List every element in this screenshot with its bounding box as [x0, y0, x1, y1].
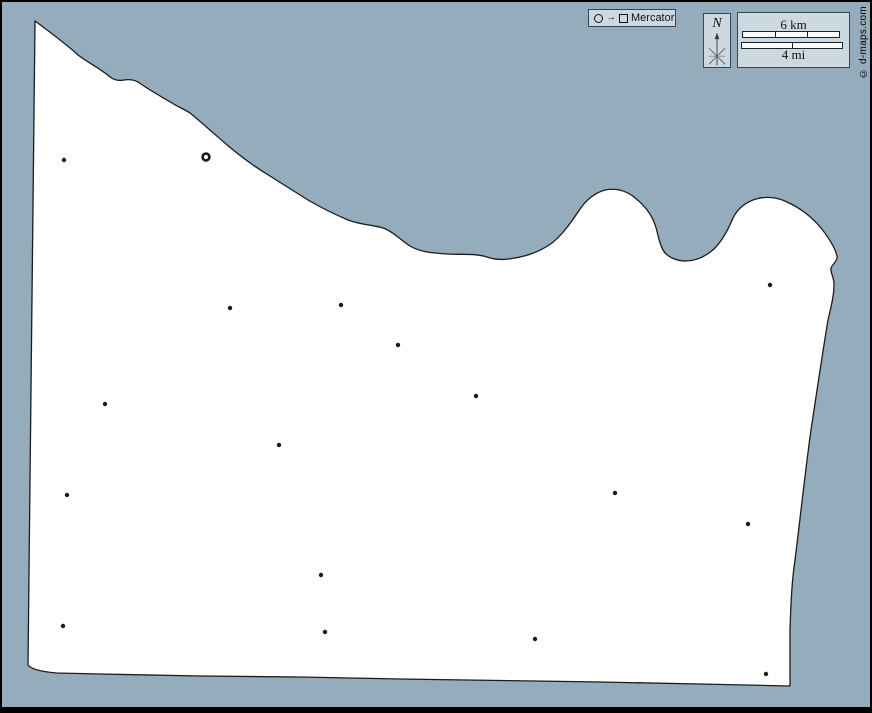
scale-km-label: 6 km — [738, 18, 849, 31]
frame-edge — [0, 0, 2, 713]
town-dot — [62, 158, 66, 162]
arrow-icon: → — [606, 13, 616, 23]
projection-legend: → Mercator — [588, 9, 676, 27]
north-indicator: N — [703, 13, 731, 68]
scale-km-bar — [742, 31, 840, 38]
map-canvas: → Mercator N 6 km 4 mi © d-maps.com — [0, 0, 872, 713]
frame-edge — [0, 0, 872, 2]
town-dot — [613, 491, 617, 495]
projection-label: Mercator — [631, 13, 674, 24]
frame-edge — [0, 707, 872, 713]
town-dot — [319, 573, 323, 577]
town-dot — [61, 624, 65, 628]
town-dot — [65, 493, 69, 497]
square-icon — [619, 14, 628, 23]
north-label: N — [712, 17, 721, 31]
circle-icon — [594, 14, 603, 23]
town-dot — [533, 637, 537, 641]
copyright-text: © d-maps.com — [858, 6, 869, 78]
town-dot — [339, 303, 343, 307]
town-dot — [474, 394, 478, 398]
town-dot — [396, 343, 400, 347]
town-dot — [746, 522, 750, 526]
scale-tick — [807, 32, 808, 37]
town-dot — [103, 402, 107, 406]
scale-mi-label: 4 mi — [738, 48, 849, 61]
town-dot — [323, 630, 327, 634]
compass-arrow-icon — [705, 31, 729, 67]
town-dot — [764, 672, 768, 676]
scale-bar: 6 km 4 mi — [737, 12, 850, 68]
city-ring-marker — [203, 154, 210, 161]
town-dot — [228, 306, 232, 310]
base-map — [0, 0, 872, 713]
town-dot — [277, 443, 281, 447]
scale-tick — [775, 32, 776, 37]
town-dot — [768, 283, 772, 287]
